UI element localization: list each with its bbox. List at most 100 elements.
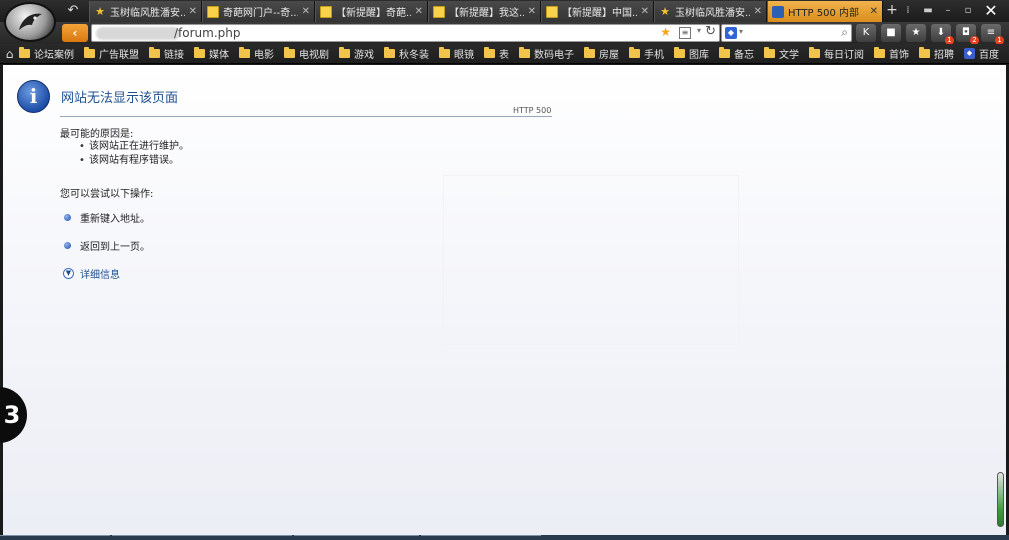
search-icon[interactable]: ⌕ xyxy=(841,25,848,40)
close-icon[interactable]: ✕ xyxy=(979,2,1003,20)
bookmarks-bar: ⌂ 论坛案例 广告联盟 链接 媒体 电影 电视剧 游戏 秋冬装 眼镜 表 数码电… xyxy=(0,44,1009,64)
search-box[interactable]: ◆ ▾ ⌕ xyxy=(721,24,852,42)
title-bar: ↶ ★ 玉树临风胜潘安... ✕ 奇葩网门户--奇... ✕ 【新提醒】奇葩..… xyxy=(0,0,1009,42)
go-back-link[interactable]: 返回到上一页。 xyxy=(64,238,150,253)
bookmark-label: 手机 xyxy=(644,50,664,61)
tab[interactable]: ★ 玉树临风胜潘安... ✕ xyxy=(89,1,202,22)
close-tab-icon[interactable]: ✕ xyxy=(415,6,423,17)
more-info-toggle[interactable]: ▼ 详细信息 xyxy=(63,266,120,281)
tab[interactable]: 奇葩网门户--奇... ✕ xyxy=(202,1,315,22)
bookmark-folder[interactable]: 图库 xyxy=(674,46,709,61)
bookmark-label: 媒体 xyxy=(209,50,229,61)
tab[interactable]: ★ 玉树临风胜潘安... ✕ xyxy=(654,1,767,22)
tab-active[interactable]: HTTP 500 内部 ✕ xyxy=(767,1,883,22)
close-tab-icon[interactable]: ✕ xyxy=(754,6,762,17)
action-label: 重新键入地址。 xyxy=(80,214,150,225)
maximize-icon[interactable]: ▫ xyxy=(959,2,977,20)
close-tab-icon[interactable]: ✕ xyxy=(528,6,536,17)
minimize-icon[interactable]: – xyxy=(939,2,957,20)
taskbar-button[interactable] xyxy=(112,535,292,540)
bookmark-folder[interactable]: 媒体 xyxy=(194,46,229,61)
url-text[interactable]: /forum.php xyxy=(174,26,241,40)
list-item: 该网站有程序错误。 xyxy=(79,154,189,168)
browser-logo-icon[interactable] xyxy=(4,2,56,42)
bookmark-folder[interactable]: 论坛案例 xyxy=(19,46,74,61)
menu-grid-icon[interactable]: ⁞ xyxy=(899,2,917,20)
tab-title: 玉树临风胜潘安... xyxy=(675,8,750,19)
home-icon[interactable]: ⌂ xyxy=(0,47,19,61)
reader-mode-icon[interactable]: ≡ xyxy=(679,27,691,39)
bookmark-link[interactable]: ◆ 百度 xyxy=(964,46,999,61)
chevron-down-icon[interactable]: ▾ xyxy=(697,26,701,35)
menu-icon[interactable]: ≡ 1 xyxy=(981,24,1004,45)
bookmark-label: 链接 xyxy=(164,50,184,61)
folder-icon xyxy=(874,47,885,58)
skin-icon[interactable]: ▬ xyxy=(919,2,937,20)
page-icon xyxy=(207,5,219,18)
chevron-down-icon[interactable]: ▾ xyxy=(739,27,743,36)
close-tab-icon[interactable]: ✕ xyxy=(641,6,649,17)
favorite-star-icon[interactable]: ★ xyxy=(660,25,671,39)
bookmark-folder[interactable]: 首饰 xyxy=(874,46,909,61)
undo-close-tab-icon[interactable]: ↶ xyxy=(62,2,84,20)
divider xyxy=(60,116,552,117)
bookmark-folder[interactable]: 备忘 xyxy=(719,46,754,61)
download-icon[interactable]: ⬇ 1 xyxy=(931,24,954,45)
page-icon xyxy=(546,5,558,18)
chevron-down-circle-icon[interactable]: ▼ xyxy=(63,268,74,279)
bookmark-folder[interactable]: 广告联盟 xyxy=(84,46,139,61)
actions-heading: 您可以尝试以下操作: xyxy=(60,189,154,200)
bookmark-folder[interactable]: 链接 xyxy=(149,46,184,61)
bookmark-label: 图库 xyxy=(689,50,709,61)
baidu-paw-icon[interactable]: ◆ xyxy=(725,27,737,39)
user-k-icon[interactable]: K xyxy=(856,24,876,42)
error-code: HTTP 500 xyxy=(513,106,552,115)
bookmark-label: 备忘 xyxy=(734,50,754,61)
bookmark-folder[interactable]: 电影 xyxy=(239,46,274,61)
bookmark-folder[interactable]: 眼镜 xyxy=(439,46,474,61)
bookmark-label: 论坛案例 xyxy=(34,50,74,61)
folder-icon xyxy=(339,47,350,58)
lock-icon[interactable]: ■ xyxy=(881,24,901,42)
bookmark-label: 游戏 xyxy=(354,50,374,61)
folder-icon xyxy=(674,47,685,58)
tab-title: 【新提醒】奇葩... xyxy=(336,8,411,19)
folder-icon xyxy=(484,47,495,58)
floating-side-widget[interactable]: 3 xyxy=(0,387,27,443)
more-info-label[interactable]: 详细信息 xyxy=(80,266,120,281)
tab[interactable]: 【新提醒】奇葩... ✕ xyxy=(315,1,428,22)
navigation-bar: ‹ /forum.php ★ ≡ ▾ ↻ ◆ ▾ ⌕ K ■ ★ ⬇ 1 ◘ 2 ≡… xyxy=(0,22,1009,45)
taskbar-button[interactable] xyxy=(421,535,541,540)
star-icon: ★ xyxy=(660,4,670,18)
baidu-paw-icon: ◆ xyxy=(964,48,975,59)
bookmark-folder[interactable]: 文学 xyxy=(764,46,799,61)
bookmark-folder[interactable]: 电视剧 xyxy=(284,46,329,61)
back-button[interactable]: ‹ xyxy=(62,24,88,42)
close-tab-icon[interactable]: ✕ xyxy=(302,6,310,17)
close-tab-icon[interactable]: ✕ xyxy=(870,6,878,17)
bookmark-folder[interactable]: 秋冬装 xyxy=(384,46,429,61)
bookmark-folder[interactable]: 表 xyxy=(484,46,509,61)
action-label[interactable]: 返回到上一页。 xyxy=(80,238,150,253)
close-tab-icon[interactable]: ✕ xyxy=(189,6,197,17)
bookmark-folder[interactable]: 游戏 xyxy=(339,46,374,61)
bookmark-folder[interactable]: 房屋 xyxy=(584,46,619,61)
address-bar[interactable]: /forum.php ★ ≡ ▾ ↻ xyxy=(91,24,720,42)
taskbar-button[interactable] xyxy=(0,535,110,540)
bookmark-label: 广告联盟 xyxy=(99,50,139,61)
folder-icon xyxy=(719,47,730,58)
tab[interactable]: 【新提醒】我这... ✕ xyxy=(428,1,541,22)
folder-icon xyxy=(809,47,820,58)
bookmark-folder[interactable]: 每日订阅 xyxy=(809,46,864,61)
bookmark-folder[interactable]: 手机 xyxy=(629,46,664,61)
taskbar-button[interactable] xyxy=(294,535,419,540)
bookmark-folder[interactable]: 数码电子 xyxy=(519,46,574,61)
toolbar-buttons: K ■ ★ ⬇ 1 ◘ 2 ≡ 1 xyxy=(856,24,1004,45)
tab[interactable]: 【新提醒】中国... ✕ xyxy=(541,1,654,22)
tab-title: HTTP 500 内部 xyxy=(788,8,860,19)
refresh-icon[interactable]: ↻ xyxy=(705,24,716,39)
folder-icon xyxy=(194,47,205,58)
gamepad-icon[interactable]: ◘ 2 xyxy=(956,24,979,45)
favorites-star-icon[interactable]: ★ xyxy=(906,24,926,42)
bookmark-folder[interactable]: 招聘 xyxy=(919,46,954,61)
